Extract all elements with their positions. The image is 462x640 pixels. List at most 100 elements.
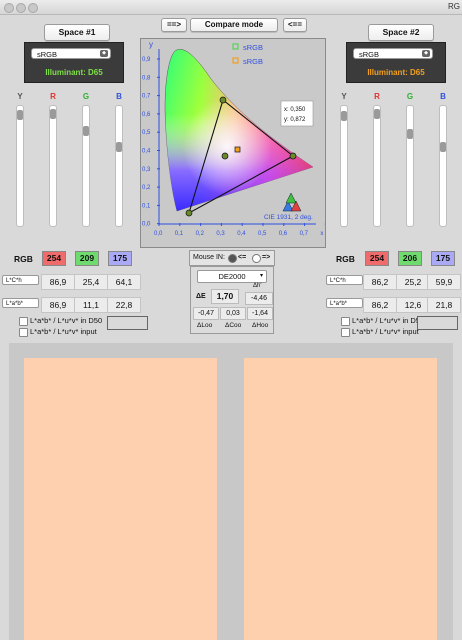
slider-r-track[interactable] bbox=[49, 105, 57, 227]
checkbox-input-left[interactable] bbox=[19, 328, 28, 337]
minimize-window-button[interactable] bbox=[16, 3, 26, 13]
y-tick-label: 0,2 bbox=[142, 185, 151, 191]
slider-g-knob[interactable] bbox=[83, 126, 89, 136]
checkbox-d50-right-label: L*a*b* / L*u*v* in D50 bbox=[352, 316, 425, 325]
lab-select-left-label: L*a*b* bbox=[6, 301, 24, 307]
copy-left-button[interactable]: <== bbox=[283, 18, 307, 32]
rgb-label-left: RGB bbox=[14, 254, 33, 264]
delta-loo-label: ΔLoo bbox=[197, 322, 213, 329]
y-tick-labels: 0,9 0,8 0,7 0,6 0,5 0,4 0,3 0,2 0,1 0,0 bbox=[142, 57, 160, 228]
lab-l-right[interactable]: 86,2 bbox=[363, 297, 397, 313]
delta-e-panel: DE2000 ▾ ΔE 1,70 Δh' -4,46 -0,47 0,03 -1… bbox=[190, 266, 274, 334]
lch-h-left[interactable]: 64,1 bbox=[107, 274, 141, 290]
x-tick-label: 0,6 bbox=[279, 231, 288, 237]
lab-b-right[interactable]: 21,8 bbox=[427, 297, 461, 313]
x-tick-label: 0,3 bbox=[216, 231, 225, 237]
rgb-b-value-left[interactable]: 175 bbox=[108, 251, 132, 266]
chevron-updown-icon: ◆ bbox=[422, 50, 430, 57]
checkbox-d50-left[interactable] bbox=[19, 317, 28, 326]
delta-e-formula-select[interactable]: DE2000 ▾ bbox=[197, 270, 267, 283]
radio-right-label: => bbox=[262, 254, 271, 261]
color-swatch-small-right[interactable] bbox=[417, 316, 458, 330]
compare-mode-button[interactable]: Compare mode bbox=[190, 18, 278, 32]
chromaticity-diagram[interactable]: sRGB sRGB y 0,9 0,8 0,7 0,6 0,5 0,4 0,3 0,2 0,1 0… bbox=[140, 38, 326, 248]
x-tick-label: 0,4 bbox=[237, 231, 246, 237]
space2-profile-label: sRGB bbox=[359, 50, 380, 59]
legend-label-2: sRGB bbox=[243, 57, 263, 66]
slider-r-knob[interactable] bbox=[50, 109, 56, 119]
rgb-g-value-right[interactable]: 206 bbox=[398, 251, 422, 266]
color-swatch-left bbox=[24, 358, 217, 640]
slider-b-knob[interactable] bbox=[116, 142, 122, 152]
slider2-g-knob[interactable] bbox=[407, 129, 413, 139]
slider2-y-track[interactable] bbox=[340, 105, 348, 227]
y-tick-label: 0,5 bbox=[142, 130, 151, 136]
lch-c-left[interactable]: 25,4 bbox=[74, 274, 108, 290]
radio-left-label: <= bbox=[238, 254, 247, 261]
space1-illuminant: Illuminant: D65 bbox=[45, 68, 103, 77]
rgb-label-right: RGB bbox=[336, 254, 355, 264]
copy-right-button[interactable]: ==> bbox=[161, 18, 187, 32]
slider2-g-track[interactable] bbox=[406, 105, 414, 227]
lab-select-right-label: L*a*b* bbox=[330, 301, 348, 307]
slider2-b-track[interactable] bbox=[439, 105, 447, 227]
x-tick-label: 0,7 bbox=[300, 231, 309, 237]
lab-a-left[interactable]: 11,1 bbox=[74, 297, 108, 313]
gamut-vertex-red bbox=[289, 152, 297, 160]
radio-right[interactable] bbox=[252, 254, 261, 263]
slider-b-track[interactable] bbox=[115, 105, 123, 227]
slider-y-knob[interactable] bbox=[17, 110, 23, 120]
lab-l-left[interactable]: 86,9 bbox=[41, 297, 75, 313]
x-tick-label: 0,5 bbox=[258, 231, 267, 237]
slider2-r-knob[interactable] bbox=[374, 109, 380, 119]
lab-select-right[interactable]: L*a*b* bbox=[326, 298, 363, 308]
delta-h-label: Δh' bbox=[253, 283, 262, 289]
space2-button[interactable]: Space #2 bbox=[368, 24, 434, 41]
zoom-window-button[interactable] bbox=[28, 3, 38, 13]
mouse-in-label: Mouse IN: bbox=[193, 254, 225, 261]
lch-select-left-label: L*C*h bbox=[6, 278, 22, 284]
slider2-r-track[interactable] bbox=[373, 105, 381, 227]
lch-c-right[interactable]: 25,2 bbox=[396, 274, 430, 290]
radio-left[interactable] bbox=[228, 254, 237, 263]
white-point-marker bbox=[221, 152, 229, 160]
delta-coo-value: 0,03 bbox=[220, 307, 246, 320]
space2-profile-select[interactable]: sRGB ◆ bbox=[353, 48, 433, 59]
slider2-b-knob[interactable] bbox=[440, 142, 446, 152]
close-window-button[interactable] bbox=[4, 3, 14, 13]
color-swatch-small-left[interactable] bbox=[107, 316, 148, 330]
rgb-g-value-left[interactable]: 209 bbox=[75, 251, 99, 266]
lab-select-left[interactable]: L*a*b* bbox=[2, 298, 39, 308]
lab-b-left[interactable]: 22,8 bbox=[107, 297, 141, 313]
lch-h-right[interactable]: 59,9 bbox=[427, 274, 461, 290]
checkbox-input-right[interactable] bbox=[341, 328, 350, 337]
lch-l-left[interactable]: 86,9 bbox=[41, 274, 75, 290]
delta-hoo-value: -1,64 bbox=[247, 307, 273, 320]
delta-loo-value: -0,47 bbox=[193, 307, 219, 320]
space1-button[interactable]: Space #1 bbox=[44, 24, 110, 41]
color-swatch-right bbox=[244, 358, 437, 640]
gamut-vertex-blue bbox=[185, 209, 193, 217]
locus-white-shading bbox=[165, 49, 313, 212]
rgb-r-value-left[interactable]: 254 bbox=[42, 251, 66, 266]
delta-e-formula-label: DE2000 bbox=[218, 272, 246, 281]
y-tick-label: 0,6 bbox=[142, 112, 151, 118]
lch-select-right[interactable]: L*C*h bbox=[326, 275, 363, 285]
rgb-r-value-right[interactable]: 254 bbox=[365, 251, 389, 266]
rgb-b-value-right[interactable]: 175 bbox=[431, 251, 455, 266]
lch-select-right-label: L*C*h bbox=[330, 278, 346, 284]
checkbox-d50-left-label: L*a*b* / L*u*v* in D50 bbox=[30, 316, 103, 325]
gamut-vertex-green bbox=[219, 96, 227, 104]
space1-profile-label: sRGB bbox=[37, 50, 58, 59]
mouse-in-bar: Mouse IN: <= => bbox=[189, 250, 275, 266]
space1-profile-select[interactable]: sRGB ◆ bbox=[31, 48, 111, 59]
lch-select-left[interactable]: L*C*h bbox=[2, 275, 39, 285]
slider-y-track[interactable] bbox=[16, 105, 24, 227]
window-titlebar bbox=[0, 0, 462, 15]
slider2-y-knob[interactable] bbox=[341, 111, 347, 121]
lab-a-right[interactable]: 12,6 bbox=[396, 297, 430, 313]
slider-g-track[interactable] bbox=[82, 105, 90, 227]
checkbox-d50-right[interactable] bbox=[341, 317, 350, 326]
lch-l-right[interactable]: 86,2 bbox=[363, 274, 397, 290]
x-tick-label: 0,1 bbox=[175, 231, 184, 237]
